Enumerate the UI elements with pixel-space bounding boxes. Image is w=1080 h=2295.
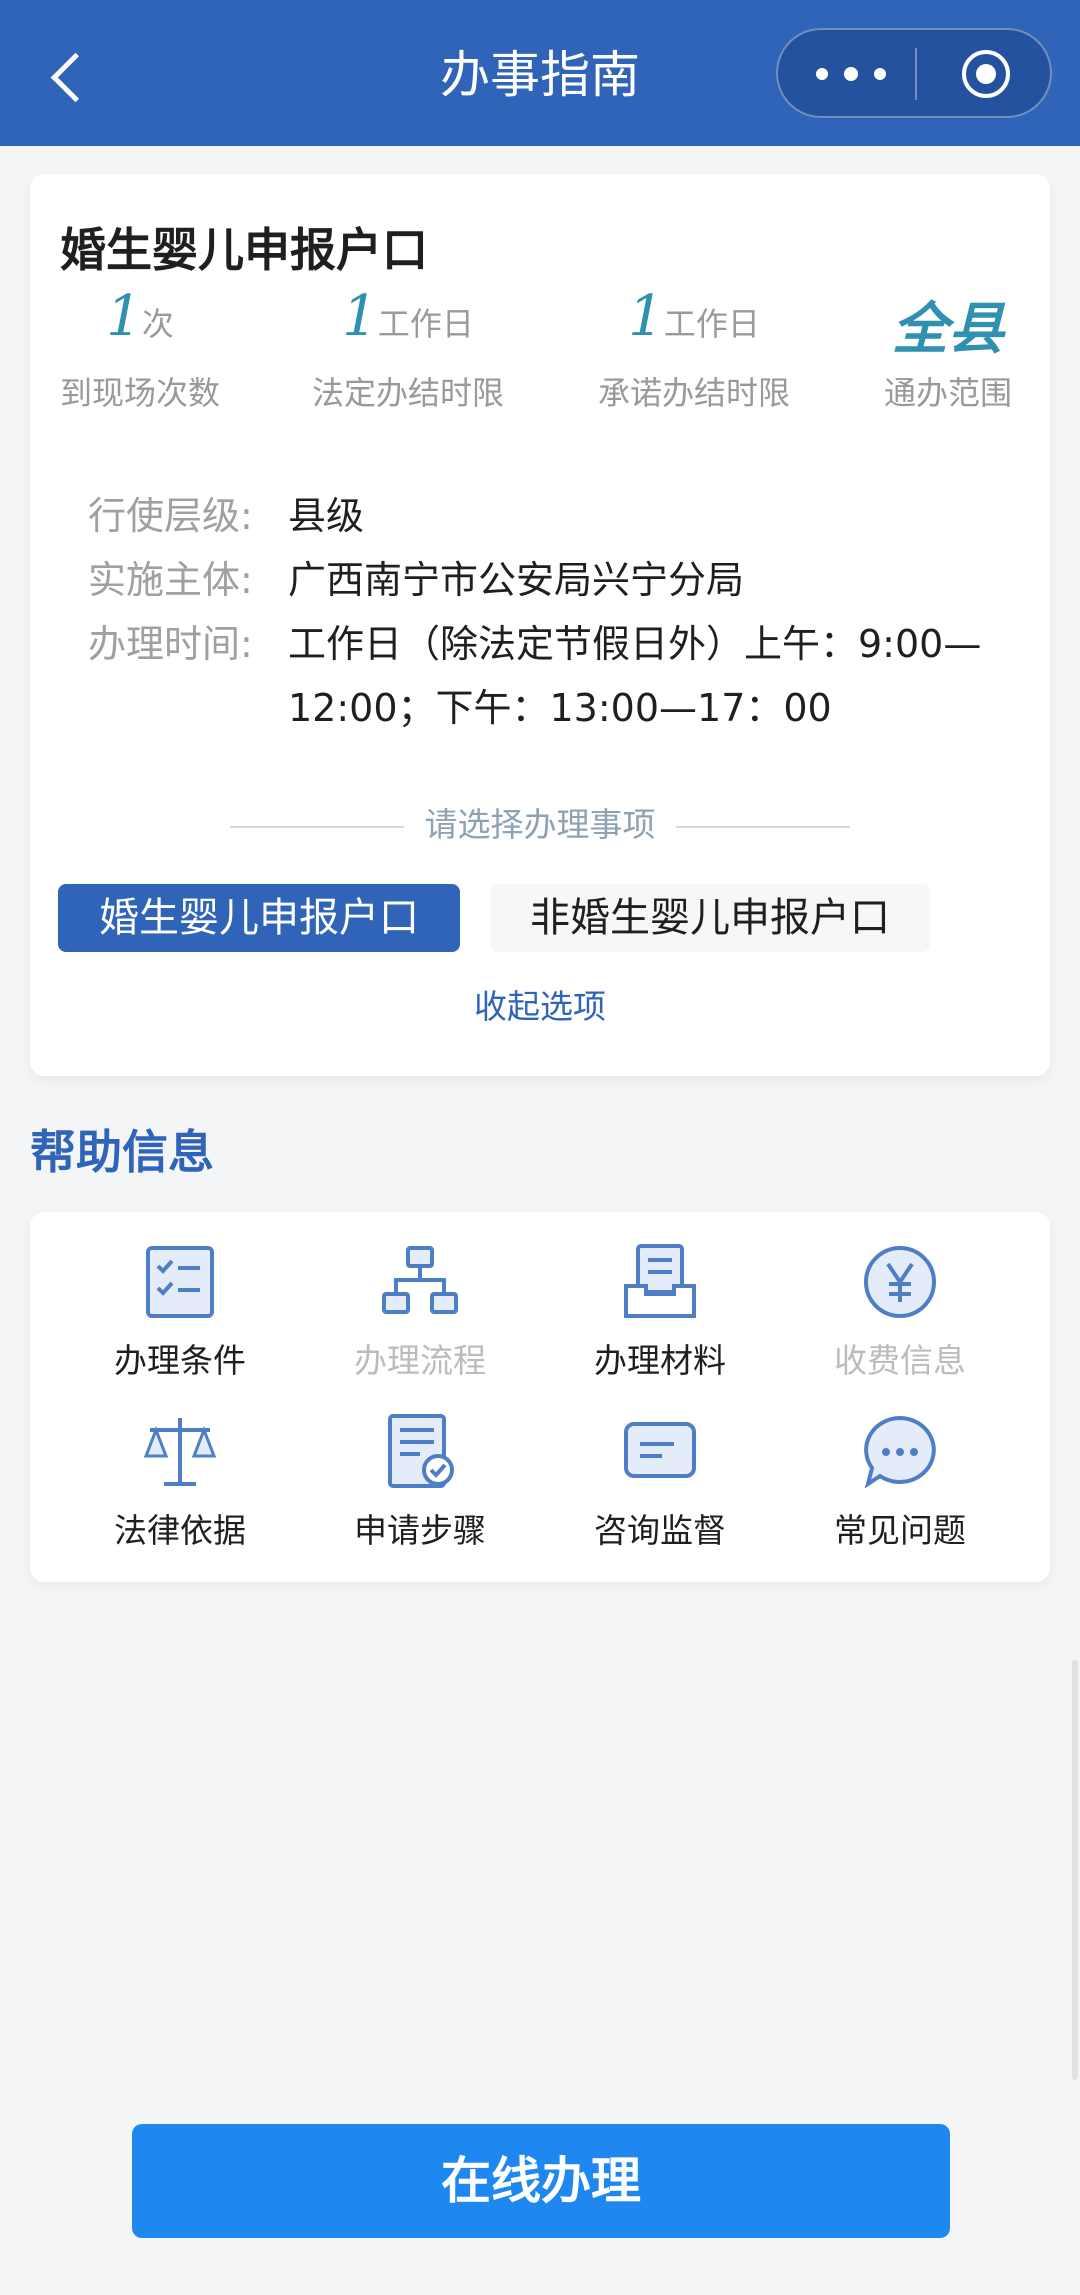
stat-unit: 工作日 xyxy=(663,305,760,343)
option-nonmarital-birth[interactable]: 非婚生婴儿申报户口 xyxy=(490,884,930,952)
help-label: 法律依据 xyxy=(114,1511,246,1550)
stat-label: 承诺办结时限 xyxy=(598,374,791,412)
help-label: 办理条件 xyxy=(114,1341,246,1380)
help-section-title: 帮助信息 xyxy=(30,1125,214,1179)
scrollbar[interactable] xyxy=(1072,1660,1078,2080)
info-label: 实施主体: xyxy=(88,558,253,602)
stat-unit: 次 xyxy=(141,305,174,343)
help-label: 咨询监督 xyxy=(594,1511,726,1550)
info-value: 广西南宁市公安局兴宁分局 xyxy=(288,558,745,602)
online-handle-button[interactable]: 在线办理 xyxy=(132,2124,950,2238)
document-tray-icon xyxy=(624,1244,696,1318)
help-item-steps[interactable]: 申请步骤 xyxy=(300,1412,540,1582)
stat-promise-limit: 1工作日 承诺办结时限 xyxy=(598,284,790,414)
service-card: 婚生婴儿申报户口 1次 到现场次数 1工作日 法定办结时限 1工作日 承诺办结时… xyxy=(30,174,1050,1076)
chat-bubble-icon xyxy=(864,1415,936,1489)
more-dots-icon[interactable] xyxy=(816,56,896,92)
help-label: 申请步骤 xyxy=(354,1511,486,1550)
nav-bar: 办事指南 xyxy=(0,0,1080,146)
stat-value: 1 xyxy=(342,284,378,349)
yen-icon xyxy=(864,1246,936,1318)
stat-value: 1 xyxy=(106,284,142,349)
capsule-divider xyxy=(915,48,917,100)
info-label: 行使层级: xyxy=(88,494,253,538)
help-item-materials[interactable]: 办理材料 xyxy=(540,1242,780,1412)
help-item-consult[interactable]: 咨询监督 xyxy=(540,1412,780,1582)
stat-visits: 1次 到现场次数 xyxy=(60,284,220,414)
help-label: 收费信息 xyxy=(834,1341,966,1380)
stat-scope: 全县 通办范围 xyxy=(884,284,1012,414)
stat-legal-limit: 1工作日 法定办结时限 xyxy=(312,284,504,414)
option-marital-birth[interactable]: 婚生婴儿申报户口 xyxy=(58,884,460,952)
close-target-icon[interactable] xyxy=(962,50,1010,98)
mini-program-capsule xyxy=(776,28,1052,118)
help-label: 常见问题 xyxy=(834,1511,966,1550)
help-item-conditions[interactable]: 办理条件 xyxy=(60,1242,300,1412)
help-item-fees[interactable]: 收费信息 xyxy=(780,1242,1020,1412)
stat-label: 到现场次数 xyxy=(60,374,221,412)
stat-unit: 工作日 xyxy=(377,305,474,343)
help-label: 办理材料 xyxy=(594,1341,726,1380)
checklist-icon xyxy=(146,1246,214,1318)
stat-value: 1 xyxy=(628,284,664,349)
info-value: 工作日（除法定节假日外）上午：9:00—12:00；下午：13:00—17：00 xyxy=(288,622,982,730)
collapse-options-link[interactable]: 收起选项 xyxy=(30,980,1050,1028)
help-item-legal-basis[interactable]: 法律依据 xyxy=(60,1412,300,1582)
help-item-process[interactable]: 办理流程 xyxy=(300,1242,540,1412)
service-title: 婚生婴儿申报户口 xyxy=(60,223,428,277)
info-value: 县级 xyxy=(288,494,365,538)
stat-value: 全县 xyxy=(892,297,1004,362)
info-label: 办理时间: xyxy=(88,622,253,666)
flowchart-icon xyxy=(382,1246,458,1314)
stat-label: 法定办结时限 xyxy=(312,374,505,412)
scales-icon xyxy=(143,1418,217,1486)
help-item-faq[interactable]: 常见问题 xyxy=(780,1412,1020,1582)
form-check-icon xyxy=(388,1414,454,1488)
select-prompt: 请选择办理事项 xyxy=(424,805,656,844)
help-label: 办理流程 xyxy=(354,1341,486,1380)
help-grid: 办理条件 办理流程 办理材料 收费信息 法律依据 申请步骤 咨询监督 常见问题 xyxy=(30,1212,1050,1582)
stat-label: 通办范围 xyxy=(884,374,1013,412)
message-icon xyxy=(624,1422,696,1478)
